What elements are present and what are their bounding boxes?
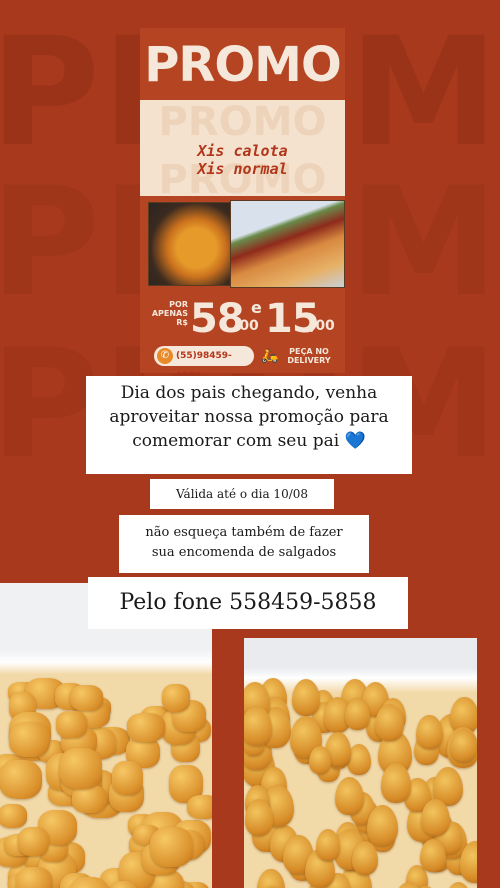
motorcycle-icon: 🛵 (261, 348, 279, 364)
flyer-title: PROMO (144, 37, 342, 93)
coxinha-item (415, 714, 443, 750)
coxinha-item (315, 829, 341, 862)
price-prefix-line: APENAS R$ (151, 309, 188, 327)
price-row: POR APENAS R$ 58 ,00 e 15 ,00 (140, 294, 345, 344)
delivery-line: DELIVERY (287, 356, 331, 365)
contact-row: ✆ (55)98459-5858 🛵 PEÇA NO DELIVERY (154, 346, 334, 373)
coxinha-item (244, 799, 273, 836)
price-1-cents: ,00 (234, 318, 259, 334)
message-line: comemorar com seu pai 💙 (86, 429, 412, 453)
flyer-photos (148, 200, 345, 292)
flyer-item: Xis calota (197, 142, 288, 160)
salgado-item (70, 684, 104, 711)
coxinha-item (380, 763, 412, 804)
xis-normal-photo (230, 200, 345, 288)
coxinha-item (344, 697, 370, 731)
phone-pill: ✆ (55)98459-5858 (154, 346, 254, 373)
coxinha-item (335, 776, 365, 816)
salgado-item (0, 759, 43, 799)
main-message: Dia dos pais chegando, venha aproveitar … (86, 376, 412, 474)
coxinha-item (420, 839, 446, 873)
price-prefix: POR APENAS R$ (140, 300, 188, 327)
salgado-item (9, 722, 50, 758)
flyer-item: Xis normal (197, 160, 288, 178)
blue-heart-icon: 💙 (344, 431, 366, 451)
message-line: aproveitar nossa promoção para (109, 407, 389, 427)
salgado-item (18, 826, 50, 856)
message-text: comemorar com seu pai (132, 431, 340, 451)
validity-note: Válida até o dia 10/08 (150, 479, 334, 509)
price-2-cents: ,00 (310, 318, 335, 334)
delivery-line: PEÇA NO (289, 347, 329, 356)
message-line: Dia dos pais chegando, venha (120, 383, 378, 403)
coxinha-item (351, 841, 378, 875)
coxinha-item (445, 882, 472, 888)
price-prefix-line: POR (169, 300, 188, 309)
promo-flyer: PROMO PROMO PROMO Xis calota Xis normal … (140, 28, 345, 373)
salgado-item (56, 711, 88, 738)
flyer-items: Xis calota Xis normal (140, 142, 345, 178)
delivery-text: PEÇA NO DELIVERY (284, 347, 334, 365)
price-connector: e (251, 298, 262, 317)
phone-message: Pelo fone 558459-5858 (88, 577, 408, 629)
salgado-item (162, 684, 191, 713)
flyer-items-panel: PROMO PROMO Xis calota Xis normal (140, 99, 345, 200)
salgado-item (16, 866, 52, 888)
salgados-line: não esqueça também de fazer (145, 525, 343, 540)
salgado-item (127, 713, 166, 743)
salgado-item (58, 748, 103, 790)
flyer-ghost-title: PROMO (158, 99, 327, 145)
coxinha-item (291, 678, 320, 716)
salgado-item (186, 794, 212, 820)
coxinhas-tray-photo (244, 638, 477, 888)
salgados-line: sua encomenda de salgados (151, 545, 337, 560)
coxinha-item (366, 804, 399, 846)
salgados-note: não esqueça também de fazer sua encomend… (119, 515, 369, 573)
flyer-phone: (55)98459-5858 (176, 351, 232, 373)
salgado-item (72, 785, 108, 813)
salgado-item (111, 761, 144, 795)
phone-icon: ✆ (157, 348, 173, 364)
coxinha-item (309, 745, 332, 775)
salgado-item (150, 826, 193, 867)
salgado-item (0, 804, 28, 829)
